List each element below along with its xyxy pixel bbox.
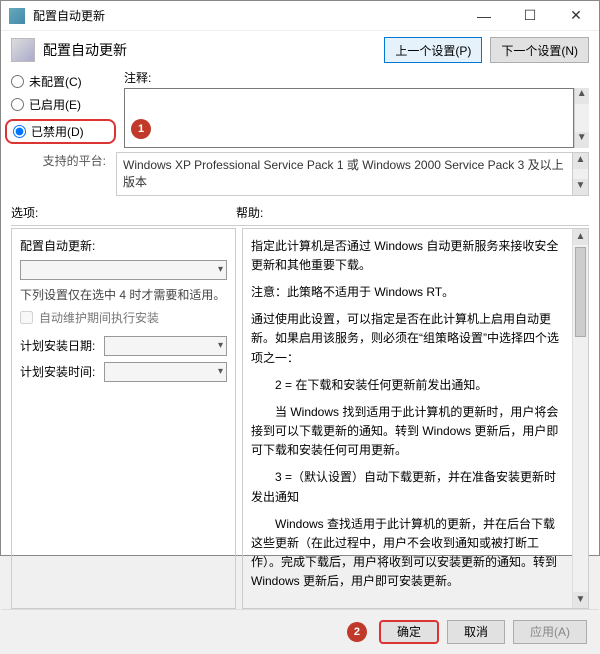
chevron-down-icon: ▾ (218, 340, 223, 351)
scroll-down-icon[interactable]: ▼ (573, 592, 588, 608)
radio-disabled-highlight: 已禁用(D) (5, 119, 116, 144)
chevron-down-icon: ▾ (218, 366, 223, 377)
install-time-label: 计划安装时间: (20, 363, 98, 380)
help-paragraph: 3 =（默认设置）自动下载更新，并在准备安装更新时发出通知 (251, 468, 566, 506)
supported-row: 支持的平台: Windows XP Professional Service P… (11, 152, 589, 196)
next-setting-button[interactable]: 下一个设置(N) (490, 37, 589, 63)
help-paragraph: 通过使用此设置，可以指定是否在此计算机上启用自动更新。如果启用该服务，则必须在“… (251, 310, 566, 368)
options-panel: 配置自动更新: ▾ 下列设置仅在选中 4 时才需要和适用。 自动维护期间执行安装… (11, 228, 236, 609)
config-update-row: 配置自动更新: (20, 237, 227, 254)
footer: 2 确定 取消 应用(A) (1, 609, 599, 654)
annotation-badge-1: 1 (131, 119, 151, 139)
maintenance-checkbox-label: 自动维护期间执行安装 (39, 309, 159, 326)
supported-text: Windows XP Professional Service Pack 1 或… (116, 152, 589, 196)
help-paragraph: 注意：此策略不适用于 Windows RT。 (251, 283, 566, 302)
window-controls: — ☐ ✕ (461, 1, 599, 31)
comment-textarea[interactable] (124, 88, 574, 148)
titlebar: 配置自动更新 — ☐ ✕ (1, 1, 599, 31)
install-date-row: 计划安装日期: ▾ (20, 336, 227, 356)
install-date-dropdown[interactable]: ▾ (104, 336, 227, 356)
maintenance-checkbox[interactable] (20, 311, 33, 324)
minimize-button[interactable]: — (461, 1, 507, 31)
help-paragraph: Windows 查找适用于此计算机的更新，并在后台下载这些更新（在此过程中，用户… (251, 515, 566, 592)
radio-enabled[interactable]: 已启用(E) (11, 96, 116, 113)
previous-setting-button[interactable]: 上一个设置(P) (384, 37, 482, 63)
install-time-row: 计划安装时间: ▾ (20, 362, 227, 382)
maximize-button[interactable]: ☐ (507, 1, 553, 31)
help-scrollbar[interactable]: ▲ ▼ (572, 229, 588, 608)
supported-text-value: Windows XP Professional Service Pack 1 或… (123, 158, 564, 189)
scroll-up-icon[interactable]: ▲ (573, 153, 588, 169)
columns: 配置自动更新: ▾ 下列设置仅在选中 4 时才需要和适用。 自动维护期间执行安装… (11, 228, 589, 609)
state-radio-group: 未配置(C) 已启用(E) 已禁用(D) (11, 69, 116, 148)
close-button[interactable]: ✕ (553, 1, 599, 31)
help-panel: 指定此计算机是否通过 Windows 自动更新服务来接收安全更新和其他重要下载。… (242, 228, 589, 609)
policy-editor-window: 配置自动更新 — ☐ ✕ 配置自动更新 上一个设置(P) 下一个设置(N) 未配… (0, 0, 600, 556)
help-paragraph: 2 = 在下载和安装任何更新前发出通知。 (251, 376, 566, 395)
maintenance-checkbox-row[interactable]: 自动维护期间执行安装 (20, 309, 227, 326)
config-update-label: 配置自动更新: (20, 237, 95, 254)
columns-header: 选项: 帮助: (11, 202, 589, 223)
help-paragraph: 指定此计算机是否通过 Windows 自动更新服务来接收安全更新和其他重要下载。 (251, 237, 566, 275)
comment-label: 注释: (124, 69, 589, 86)
options-header: 选项: (11, 202, 236, 223)
radio-not-configured-input[interactable] (11, 75, 24, 88)
state-and-comment-row: 未配置(C) 已启用(E) 已禁用(D) 注释: (11, 69, 589, 148)
cancel-button[interactable]: 取消 (447, 620, 505, 644)
radio-not-configured-label: 未配置(C) (29, 73, 82, 90)
radio-disabled-label: 已禁用(D) (31, 123, 84, 140)
help-header: 帮助: (236, 202, 589, 223)
chevron-down-icon: ▾ (218, 264, 223, 275)
install-time-dropdown[interactable]: ▾ (104, 362, 227, 382)
config-update-dropdown[interactable]: ▾ (20, 260, 227, 280)
dialog-body: 未配置(C) 已启用(E) 已禁用(D) 注释: (1, 65, 599, 609)
annotation-badge-2: 2 (347, 622, 367, 642)
scroll-up-icon[interactable]: ▲ (575, 88, 590, 104)
radio-enabled-label: 已启用(E) (29, 96, 81, 113)
help-paragraph: 当 Windows 找到适用于此计算机的更新时，用户将会接到可以下载更新的通知。… (251, 403, 566, 461)
scroll-up-icon[interactable]: ▲ (573, 229, 588, 245)
install-date-label: 计划安装日期: (20, 337, 98, 354)
comment-scrollbar[interactable]: ▲ ▼ (574, 88, 590, 148)
supported-scrollbar[interactable]: ▲ ▼ (572, 153, 588, 195)
scroll-down-icon[interactable]: ▼ (573, 179, 588, 195)
comment-column: 注释: ▲ ▼ (124, 69, 589, 148)
supported-label: 支持的平台: (11, 152, 108, 196)
config-update-dropdown-row: ▾ (20, 260, 227, 280)
ok-button[interactable]: 确定 (379, 620, 439, 644)
radio-not-configured[interactable]: 未配置(C) (11, 73, 116, 90)
radio-enabled-input[interactable] (11, 98, 24, 111)
scroll-thumb[interactable] (575, 247, 586, 337)
radio-disabled[interactable]: 已禁用(D) (13, 123, 84, 140)
options-note: 下列设置仅在选中 4 时才需要和适用。 (20, 286, 227, 303)
window-title: 配置自动更新 (33, 7, 461, 24)
policy-title: 配置自动更新 (43, 40, 376, 60)
scroll-down-icon[interactable]: ▼ (575, 132, 590, 148)
apply-button[interactable]: 应用(A) (513, 620, 587, 644)
radio-disabled-input[interactable] (13, 125, 26, 138)
policy-icon (11, 38, 35, 62)
app-icon (9, 8, 25, 24)
divider (11, 225, 589, 226)
header-row: 配置自动更新 上一个设置(P) 下一个设置(N) (1, 31, 599, 65)
